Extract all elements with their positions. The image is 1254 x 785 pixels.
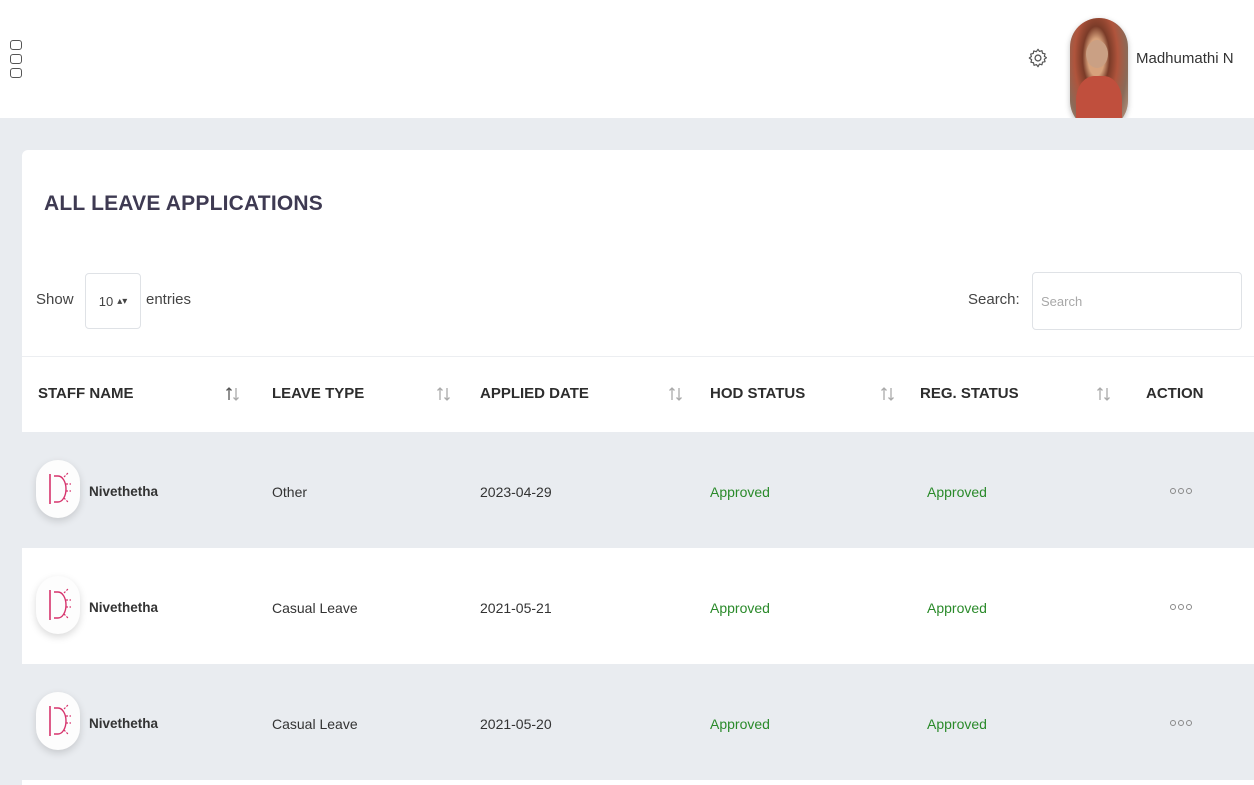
- leave-type: Other: [272, 484, 308, 500]
- column-header-staff-name[interactable]: STAFF NAME: [38, 385, 134, 402]
- sort-icon[interactable]: [225, 384, 241, 404]
- leave-type: Casual Leave: [272, 600, 358, 616]
- leave-type: Casual Leave: [272, 716, 358, 732]
- staff-name[interactable]: Nivethetha: [89, 716, 158, 731]
- table-header: STAFF NAME LEAVE TYPE APPLIED DATE HOD S…: [22, 356, 1254, 432]
- page-length-select[interactable]: 10 ▴▾: [85, 273, 141, 329]
- page-title: ALL LEAVE APPLICATIONS: [44, 192, 323, 215]
- applied-date: 2021-05-21: [480, 600, 552, 616]
- reg-status: Approved: [927, 484, 987, 500]
- table-row: Nivethetha Other 2023-04-29 Approved App…: [22, 432, 1254, 548]
- applied-date: 2021-05-20: [480, 716, 552, 732]
- grid-menu-icon[interactable]: [10, 40, 24, 78]
- column-header-action: ACTION: [1146, 385, 1204, 402]
- top-bar: Madhumathi N: [0, 0, 1254, 130]
- table-row: Nivethetha Casual Leave 2021-05-20 Appro…: [22, 664, 1254, 780]
- user-avatar[interactable]: [1070, 18, 1128, 130]
- hod-status: Approved: [710, 484, 770, 500]
- more-options-icon[interactable]: [1170, 720, 1192, 728]
- applied-date: 2023-04-29: [480, 484, 552, 500]
- user-name[interactable]: Madhumathi N: [1136, 50, 1234, 67]
- sun-icon: [49, 704, 71, 736]
- hod-status: Approved: [710, 600, 770, 616]
- hod-status: Approved: [710, 716, 770, 732]
- select-arrows-icon: ▴▾: [117, 295, 128, 307]
- sort-icon[interactable]: [436, 384, 452, 404]
- page-length-value: 10: [98, 293, 114, 309]
- sun-icon: [49, 472, 71, 504]
- show-label: Show: [36, 291, 74, 308]
- staff-avatar: [36, 576, 80, 634]
- search-input[interactable]: [1032, 272, 1242, 330]
- column-header-leave-type[interactable]: LEAVE TYPE: [272, 385, 364, 402]
- staff-avatar: [36, 692, 80, 750]
- sort-icon[interactable]: [668, 384, 684, 404]
- reg-status: Approved: [927, 716, 987, 732]
- column-header-reg-status[interactable]: REG. STATUS: [920, 385, 1019, 402]
- staff-avatar: [36, 460, 80, 518]
- gear-icon[interactable]: [1027, 47, 1049, 69]
- column-header-hod-status[interactable]: HOD STATUS: [710, 385, 805, 402]
- more-options-icon[interactable]: [1170, 604, 1192, 612]
- sun-icon: [49, 588, 71, 620]
- more-options-icon[interactable]: [1170, 488, 1192, 496]
- sort-icon[interactable]: [880, 384, 896, 404]
- staff-name[interactable]: Nivethetha: [89, 484, 158, 499]
- search-label: Search:: [968, 291, 1020, 308]
- staff-name[interactable]: Nivethetha: [89, 600, 158, 615]
- table-row: Nivethetha Casual Leave 2021-05-21 Appro…: [22, 548, 1254, 664]
- reg-status: Approved: [927, 600, 987, 616]
- column-header-applied-date[interactable]: APPLIED DATE: [480, 385, 589, 402]
- sort-icon[interactable]: [1096, 384, 1112, 404]
- entries-label: entries: [146, 291, 192, 308]
